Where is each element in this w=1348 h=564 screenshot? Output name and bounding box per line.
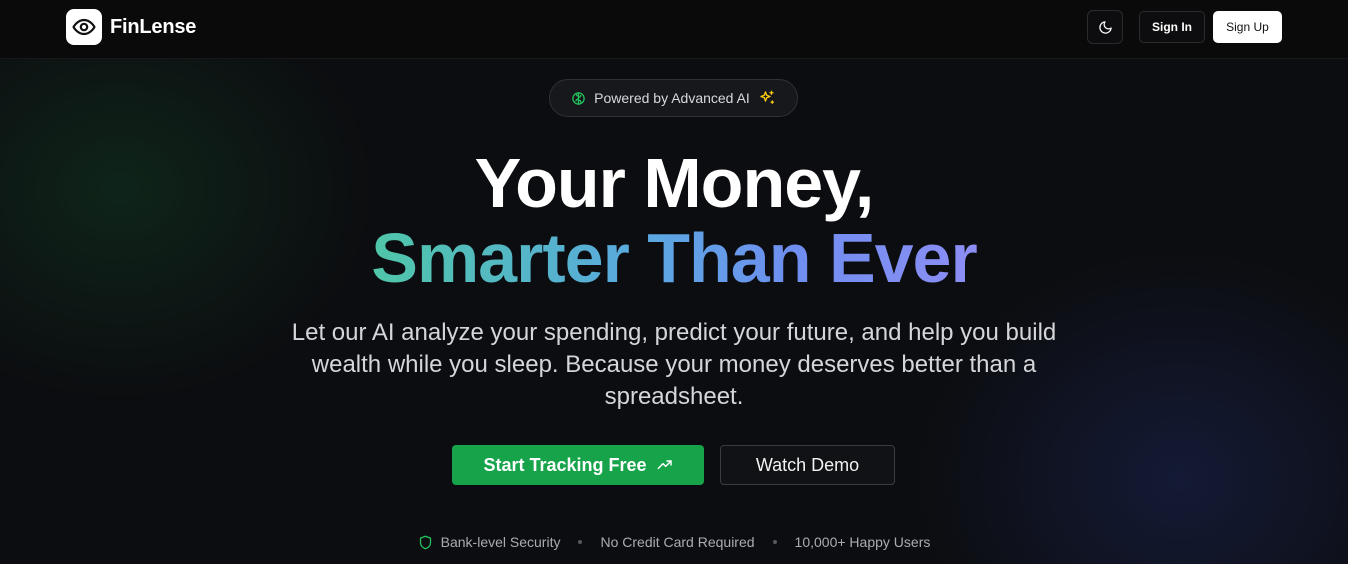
- sparkles-icon: [760, 90, 774, 104]
- headline-gradient-text: Smarter Than Ever: [371, 219, 977, 297]
- watch-demo-button[interactable]: Watch Demo: [720, 445, 895, 485]
- brain-icon: [572, 91, 585, 105]
- trust-item-users: 10,000+ Happy Users: [795, 534, 931, 550]
- moon-icon: [1098, 20, 1112, 34]
- trust-security-label: Bank-level Security: [440, 534, 561, 550]
- top-navbar: FinLense Sign In Sign Up: [0, 0, 1348, 59]
- ai-badge-text: Powered by Advanced AI: [594, 90, 750, 106]
- separator-dot: [772, 540, 777, 544]
- sign-up-button[interactable]: Sign Up: [1213, 11, 1282, 43]
- brand-name: FinLense: [110, 15, 197, 38]
- shield-icon: [419, 535, 431, 549]
- eye-icon: [66, 9, 102, 45]
- theme-toggle-button[interactable]: [1087, 10, 1123, 44]
- hero-background: [0, 59, 1348, 564]
- trust-item-security: Bank-level Security: [418, 534, 561, 550]
- brand-logo[interactable]: FinLense: [66, 9, 196, 45]
- headline-line-1: Your Money,: [474, 144, 875, 222]
- start-tracking-label: Start Tracking Free: [483, 454, 647, 475]
- ai-badge: Powered by Advanced AI: [549, 79, 798, 117]
- sign-in-button[interactable]: Sign In: [1139, 11, 1205, 43]
- separator-dot: [578, 540, 583, 544]
- trust-users-label: 10,000+ Happy Users: [794, 534, 931, 550]
- trust-no-card-label: No Credit Card Required: [600, 534, 755, 550]
- trust-indicators: Bank-level Security No Credit Card Requi…: [0, 534, 1348, 550]
- trust-item-no-card: No Credit Card Required: [600, 534, 754, 550]
- trending-up-icon: [657, 460, 672, 470]
- headline-line-2: Smarter Than Ever: [0, 218, 1348, 298]
- start-tracking-button[interactable]: Start Tracking Free: [452, 445, 704, 485]
- hero-subtitle: Let our AI analyze your spending, predic…: [291, 319, 1057, 410]
